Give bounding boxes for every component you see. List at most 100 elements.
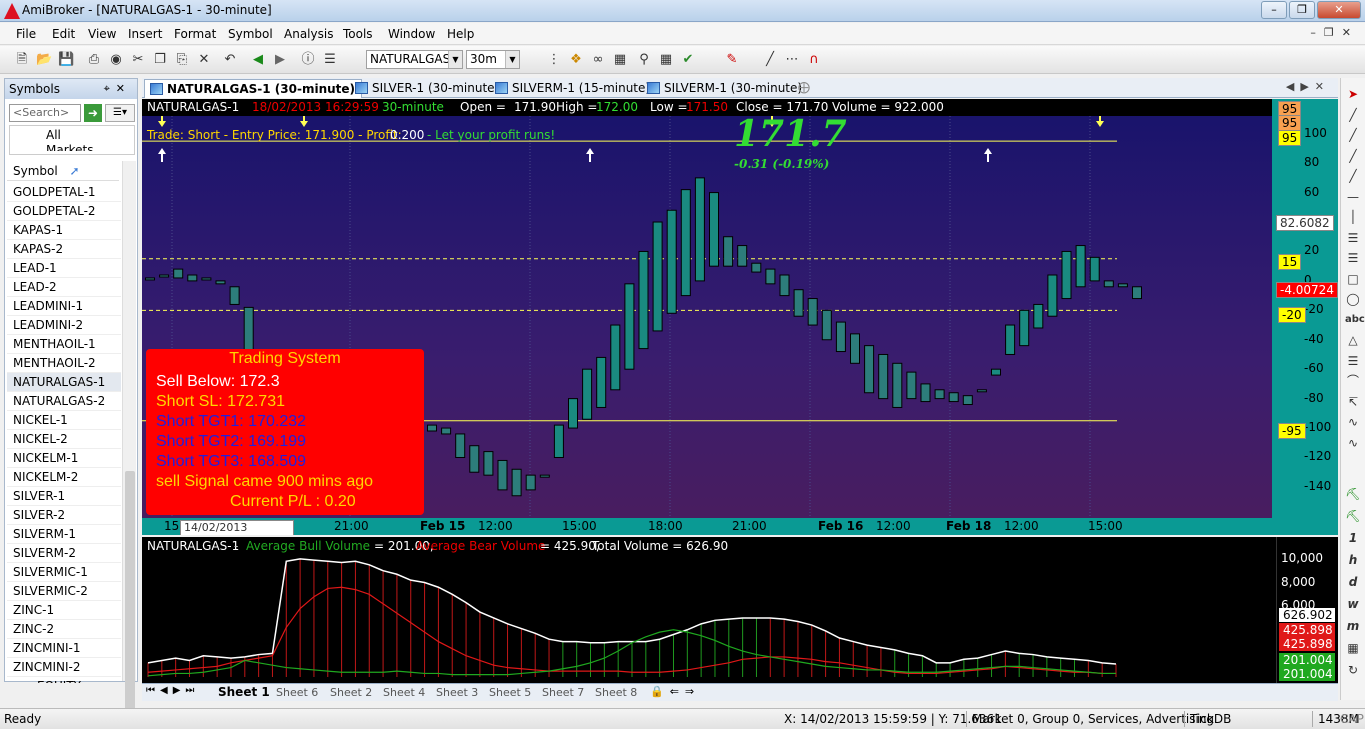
copy-icon[interactable]: ❐ <box>152 52 168 68</box>
zoom-in-icon[interactable]: ⛏ <box>1345 486 1361 502</box>
sheet-tab-3[interactable]: Sheet 3 <box>436 686 478 699</box>
tree-item-markets[interactable]: Markets <box>10 143 134 151</box>
symbol-list-item[interactable]: NICKELM-2 <box>7 468 121 487</box>
arrow-tool-icon[interactable]: ↸ <box>1345 394 1361 410</box>
scrollbar-thumb[interactable] <box>125 471 135 711</box>
interval-combo[interactable]: 30m ▼ <box>466 50 520 69</box>
symbol-list-item[interactable]: GOLDPETAL-1 <box>7 183 121 202</box>
menu-format[interactable]: Format <box>174 27 216 41</box>
channel-icon[interactable]: ☰ <box>1345 230 1361 246</box>
menu-tools[interactable]: Tools <box>343 27 373 41</box>
symbol-list-item[interactable]: NICKEL-1 <box>7 411 121 430</box>
symbol-list-item[interactable]: NICKELM-1 <box>7 449 121 468</box>
symbol-list-item[interactable]: ZINC-1 <box>7 601 121 620</box>
line-tool-icon[interactable]: ╱ <box>762 52 778 68</box>
interval-h-icon[interactable]: h <box>1345 552 1361 568</box>
zoom-out-icon[interactable]: ⛏ <box>1345 508 1361 524</box>
interval-w-icon[interactable]: w <box>1345 596 1361 612</box>
sheet-tab-2[interactable]: Sheet 2 <box>330 686 372 699</box>
trendline-icon[interactable]: ╱ <box>1345 107 1361 123</box>
tab-silverm-30[interactable]: SILVERM-1 (30-minute) <box>642 79 808 98</box>
select-arrow-icon[interactable]: ➤ <box>1345 86 1361 102</box>
fib-icon[interactable]: ☰ <box>1345 250 1361 266</box>
interval-1-icon[interactable]: 1 <box>1345 530 1361 546</box>
magnet-icon[interactable]: ∩ <box>806 52 822 68</box>
tab-silver-30[interactable]: SILVER-1 (30-minute) <box>350 79 505 98</box>
sheet-tab-5[interactable]: Sheet 5 <box>489 686 531 699</box>
cut-icon[interactable]: ✂ <box>130 52 146 68</box>
save-icon[interactable]: 💾 <box>58 52 74 68</box>
time-axis[interactable]: 15 21:00 Feb 15 12:00 15:00 18:00 21:00 Feb 16 1… <box>142 518 1338 535</box>
symbol-list-item[interactable]: ZINC-2 <box>7 620 121 639</box>
refresh-icon[interactable]: ↻ <box>1345 662 1361 678</box>
tab-naturalgas-30[interactable]: NATURALGAS-1 (30-minute) <box>144 79 363 98</box>
symbol-search-input[interactable]: <Search> <box>9 104 81 122</box>
symbol-list-item[interactable]: SILVERM-1 <box>7 525 121 544</box>
cycle-icon[interactable]: ∿ <box>1345 435 1361 451</box>
sheet-tab-1[interactable]: Sheet 1 <box>218 685 270 699</box>
grid-icon[interactable]: ▦ <box>1345 640 1361 656</box>
chevron-down-icon[interactable]: ▼ <box>448 51 462 68</box>
search-go-icon[interactable]: ➜ <box>84 104 102 122</box>
symbol-list-item[interactable]: LEAD-2 <box>7 278 121 297</box>
zoom-icon[interactable]: ⚲ <box>636 52 652 68</box>
sort-icon[interactable]: ➚ <box>70 164 80 178</box>
symbol-list-item[interactable]: ZINCMINI-2 <box>7 658 121 677</box>
grid-icon[interactable]: ▦ <box>658 52 674 68</box>
segment-icon[interactable]: ╱ <box>1345 168 1361 184</box>
tab-scroll-controls[interactable]: ◀▶✕ <box>1286 80 1330 93</box>
chevron-down-icon[interactable]: ▼ <box>505 51 519 68</box>
undo-icon[interactable]: ↶ <box>222 52 238 68</box>
menu-symbol[interactable]: Symbol <box>228 27 273 41</box>
new-icon[interactable]: 🗎 <box>14 52 30 68</box>
lock-icon[interactable]: 🔒⇐⇒ <box>650 685 700 698</box>
symbol-list-item[interactable]: SILVERM-2 <box>7 544 121 563</box>
rectangle-icon[interactable]: □ <box>1345 271 1361 287</box>
mdi-controls[interactable]: –❐✕ <box>1310 26 1359 39</box>
forward-icon[interactable]: ▶ <box>272 52 288 68</box>
price-chart-pane[interactable]: NATURALGAS-1 18/02/2013 16:29:59 30-minu… <box>142 99 1338 535</box>
pattern-icon[interactable]: ▦ <box>612 52 628 68</box>
symbol-list-item[interactable]: NATURALGAS-2 <box>7 392 121 411</box>
menu-edit[interactable]: Edit <box>52 27 75 41</box>
info-icon[interactable]: ⓘ <box>300 52 316 68</box>
candle-icon[interactable]: ❖ <box>568 52 584 68</box>
glasses-icon[interactable]: ∞ <box>590 52 606 68</box>
maximize-button[interactable]: ❐ <box>1289 1 1315 19</box>
print-icon[interactable]: ⎙ <box>86 52 102 68</box>
new-tab-icon[interactable]: ⨁ <box>798 80 810 94</box>
symbol-list-item[interactable]: KAPAS-2 <box>7 240 121 259</box>
menu-insert[interactable]: Insert <box>128 27 162 41</box>
menu-file[interactable]: File <box>16 27 36 41</box>
gann-icon[interactable]: ☰ <box>1345 353 1361 369</box>
volume-pane[interactable]: NATURALGAS-1 - Average Bull Volume = 201… <box>142 537 1338 683</box>
ellipse-icon[interactable]: ◯ <box>1345 291 1361 307</box>
tab-silverm-15[interactable]: SILVERM-1 (15-minute) <box>490 79 656 98</box>
menu-help[interactable]: Help <box>447 27 474 41</box>
menu-analysis[interactable]: Analysis <box>284 27 333 41</box>
volume-chart-svg[interactable] <box>142 537 1276 683</box>
text-icon[interactable]: abc <box>1345 312 1365 328</box>
price-axis[interactable]: 100806040200-20-40-60-80-100-120-1409595… <box>1272 99 1338 535</box>
dotted-line-icon[interactable]: ⋯ <box>784 52 800 68</box>
chart-type-icon[interactable]: ⋮ <box>546 52 562 68</box>
menu-window[interactable]: Window <box>388 27 435 41</box>
symbol-list-item[interactable]: EQUITY <box>7 677 121 683</box>
ray-icon[interactable]: ╱ <box>1345 127 1361 143</box>
horizontal-line-icon[interactable]: — <box>1345 189 1361 205</box>
symbol-list-item[interactable]: SILVERMIC-2 <box>7 582 121 601</box>
menu-view[interactable]: View <box>88 27 116 41</box>
paste-icon[interactable]: ⎘ <box>174 52 190 68</box>
symbol-list-item[interactable]: ZINCMINI-1 <box>7 639 121 658</box>
symbol-list-item[interactable]: NICKEL-2 <box>7 430 121 449</box>
extended-line-icon[interactable]: ╱ <box>1345 148 1361 164</box>
symbol-list-item[interactable]: LEADMINI-2 <box>7 316 121 335</box>
triangle-icon[interactable]: △ <box>1345 332 1361 348</box>
symbol-list-item[interactable]: LEADMINI-1 <box>7 297 121 316</box>
sheet-tab-6[interactable]: Sheet 6 <box>276 686 318 699</box>
symbol-list-item[interactable]: MENTHAOIL-1 <box>7 335 121 354</box>
symbol-list-item[interactable]: SILVER-1 <box>7 487 121 506</box>
sheet-nav-icon[interactable]: ⏮◀▶⏭ <box>146 685 199 696</box>
wave-icon[interactable]: ∿ <box>1345 414 1361 430</box>
symbol-list-item[interactable]: GOLDPETAL-2 <box>7 202 121 221</box>
